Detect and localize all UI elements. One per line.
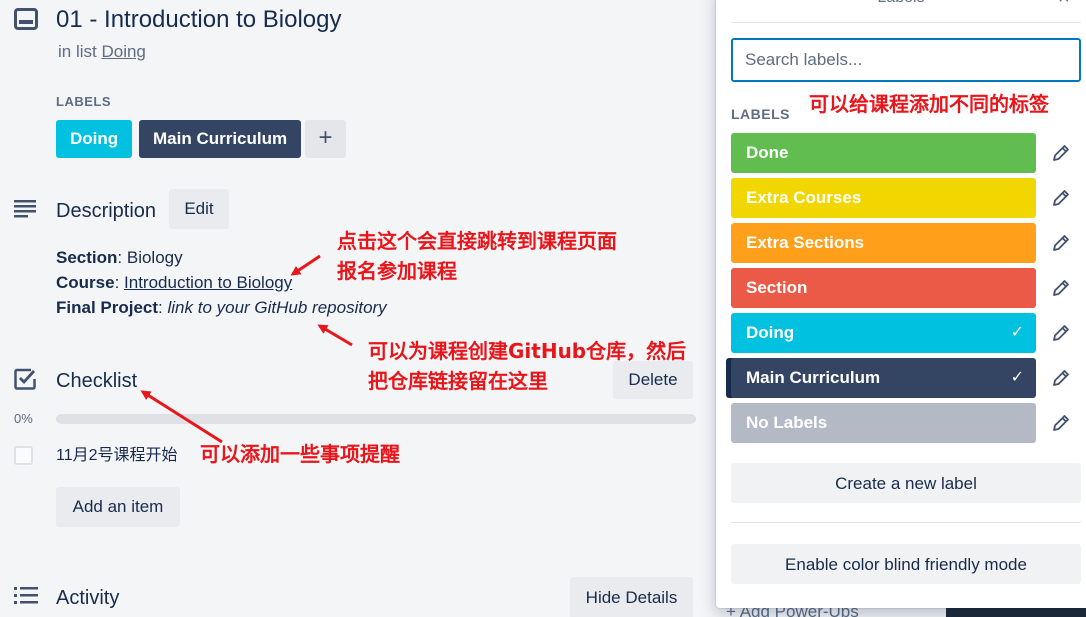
hide-details-button[interactable]: Hide Details (570, 577, 693, 617)
check-icon: ✓ (1010, 324, 1024, 341)
label-option-name: Extra Sections (746, 233, 865, 252)
search-labels-input[interactable] (731, 38, 1081, 82)
popover-divider-2 (731, 522, 1081, 523)
section-value: : Biology (117, 248, 183, 267)
annotation-checklist: 可以添加一些事项提醒 (200, 442, 400, 466)
edit-label-pencil-icon[interactable] (1050, 142, 1072, 164)
list-info: in list Doing (58, 42, 146, 62)
project-value: link to your GitHub repository (167, 298, 387, 317)
label-option-no-labels[interactable]: No Labels (731, 403, 1036, 443)
description-section-line: Section: Biology (56, 246, 183, 270)
delete-checklist-button[interactable]: Delete (613, 361, 693, 399)
edit-label-pencil-icon[interactable] (1050, 367, 1072, 389)
add-label-button[interactable]: + (305, 120, 346, 158)
checklist-item-text[interactable]: 11月2号课程开始 (56, 445, 178, 467)
edit-label-pencil-icon[interactable] (1050, 232, 1072, 254)
description-icon (14, 200, 36, 218)
checklist-item-checkbox[interactable] (14, 446, 33, 465)
label-option-extra-sections[interactable]: Extra Sections (731, 223, 1036, 263)
description-course-line: Course: Introduction to Biology (56, 271, 292, 295)
color-blind-mode-button[interactable]: Enable color blind friendly mode (731, 544, 1081, 584)
annotation-labels: 可以给课程添加不同的标签 (809, 92, 1049, 116)
label-option-name: Done (746, 143, 789, 162)
create-label-button[interactable]: Create a new label (731, 463, 1081, 503)
course-link[interactable]: Introduction to Biology (124, 273, 292, 292)
course-sep: : (114, 273, 125, 292)
description-project-line: Final Project: link to your GitHub repos… (56, 296, 387, 320)
card-title[interactable]: 01 - Introduction to Biology (56, 4, 342, 36)
checklist-icon (14, 368, 36, 390)
section-key: Section (56, 248, 118, 267)
label-option-name: Section (746, 278, 808, 297)
label-option-name: Doing (746, 323, 795, 342)
label-option-done[interactable]: Done (731, 133, 1036, 173)
label-chip-doing[interactable]: Doing (56, 120, 133, 158)
close-icon[interactable]: × (1058, 0, 1070, 10)
popover-title: Labels (716, 0, 1086, 10)
labels-heading: LABELS (56, 94, 111, 109)
popover-labels-heading: LABELS (731, 106, 790, 122)
add-item-button[interactable]: Add an item (56, 487, 180, 527)
label-chip-main-curriculum[interactable]: Main Curriculum (139, 120, 302, 158)
edit-label-pencil-icon[interactable] (1050, 187, 1072, 209)
list-prefix: in list (58, 42, 97, 61)
label-option-name: Main Curriculum (746, 368, 881, 387)
checklist-progress-bar (56, 414, 696, 424)
label-option-extra-courses[interactable]: Extra Courses (731, 178, 1036, 218)
edit-label-pencil-icon[interactable] (1050, 412, 1072, 434)
annotation-github-1: 可以为课程创建GitHub仓库，然后 (368, 339, 687, 363)
card-icon (14, 8, 38, 30)
edit-description-button[interactable]: Edit (169, 189, 229, 229)
label-option-doing[interactable]: Doing ✓ (731, 313, 1036, 353)
edit-label-pencil-icon[interactable] (1050, 277, 1072, 299)
label-option-section[interactable]: Section (731, 268, 1036, 308)
label-option-name: No Labels (746, 413, 828, 432)
arrow-to-course-link (290, 254, 321, 276)
project-key: Final Project (56, 298, 159, 317)
description-title: Description (56, 200, 157, 222)
activity-icon (14, 587, 38, 604)
edit-label-pencil-icon[interactable] (1050, 322, 1072, 344)
activity-title: Activity (56, 587, 120, 609)
popover-divider (731, 22, 1081, 23)
annotation-link-2: 报名参加课程 (337, 259, 457, 283)
checklist-percent: 0% (14, 411, 33, 426)
course-key: Course (56, 273, 115, 292)
arrow-to-project-link (317, 324, 353, 347)
label-option-main-curriculum[interactable]: Main Curriculum ✓ (731, 358, 1036, 398)
list-link[interactable]: Doing (101, 42, 145, 61)
check-icon: ✓ (1010, 369, 1024, 386)
label-option-name: Extra Courses (746, 188, 862, 207)
checklist-title: Checklist (56, 370, 138, 392)
annotation-link-1: 点击这个会直接跳转到课程页面 (337, 229, 617, 253)
annotation-github-2: 把仓库链接留在这里 (368, 369, 548, 393)
